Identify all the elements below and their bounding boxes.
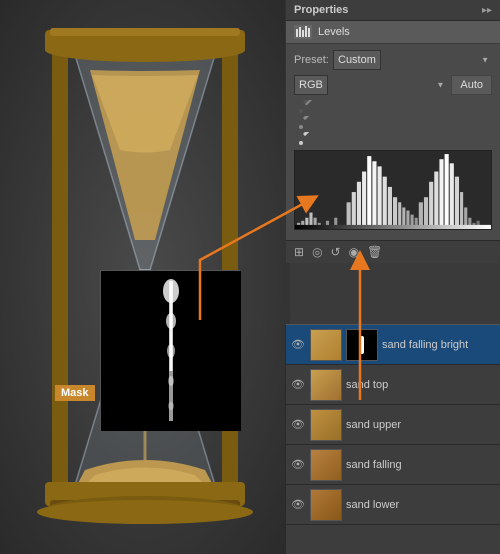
eyedroppers (294, 100, 492, 146)
layer-eye-icon[interactable]: 👁 (290, 417, 306, 433)
channel-row: RGB Auto (294, 75, 492, 95)
layer-name: sand falling (346, 459, 496, 471)
properties-title: Properties (294, 4, 348, 16)
auto-button[interactable]: Auto (451, 75, 492, 95)
properties-titlebar: Properties ▸▸ (286, 0, 500, 21)
visibility-icon[interactable]: ◎ (312, 245, 322, 259)
delete-icon[interactable]: 🗑 (367, 245, 382, 259)
panel-expand-btn[interactable]: ▸▸ (482, 5, 492, 16)
eyedropper-black (298, 100, 492, 114)
mask-panel (100, 270, 240, 430)
properties-panel: Properties ▸▸ Levels Preset: Custom RGB (285, 0, 500, 260)
eyedropper-white-icon[interactable] (298, 132, 312, 146)
layers-panel: 👁 sand falling bright 👁 sand top 👁 sand upper… (285, 324, 500, 554)
layer-eye-icon[interactable]: 👁 (290, 457, 306, 473)
levels-header: Levels (286, 21, 500, 44)
layer-eye-icon[interactable]: 👁 (290, 497, 306, 513)
layer-thumbnail (310, 449, 342, 481)
reset-icon[interactable]: ↺ (331, 245, 341, 259)
layer-mask-thumbnail (346, 329, 378, 361)
preset-select[interactable]: Custom (333, 50, 381, 70)
layer-row[interactable]: 👁 sand falling bright (286, 325, 500, 365)
layer-thumbnail (310, 409, 342, 441)
layer-row[interactable]: 👁 sand upper (286, 405, 500, 445)
levels-icon (294, 25, 312, 39)
mask-label: Mask (55, 385, 95, 401)
preset-select-wrapper: Custom (333, 50, 492, 70)
layer-thumbnail (310, 329, 342, 361)
eyedropper-gray (298, 116, 492, 130)
channel-select-wrapper: RGB (294, 75, 447, 95)
eye-icon[interactable]: ◉ (349, 245, 359, 259)
layer-thumbnail (310, 369, 342, 401)
layer-name: sand falling bright (382, 339, 496, 351)
layer-row[interactable]: 👁 sand top (286, 365, 500, 405)
layer-thumbnail (310, 489, 342, 521)
mask-content (101, 271, 241, 431)
histogram-area (294, 150, 492, 230)
layer-eye-icon[interactable]: 👁 (290, 377, 306, 393)
clip-layers-icon[interactable]: ⊞ (294, 245, 304, 259)
layer-name: sand upper (346, 419, 496, 431)
levels-title: Levels (318, 26, 350, 38)
layer-row[interactable]: 👁 sand falling (286, 445, 500, 485)
channel-select[interactable]: RGB (294, 75, 328, 95)
eyedropper-white (298, 132, 492, 146)
layer-row[interactable]: 👁 sand lower (286, 485, 500, 525)
eyedropper-black-icon[interactable] (298, 100, 312, 114)
preset-row: Preset: Custom (294, 50, 492, 70)
preset-label: Preset: (294, 54, 329, 66)
layer-eye-icon[interactable]: 👁 (290, 337, 306, 353)
layer-name: sand lower (346, 499, 496, 511)
panel-toolbar: ⊞ ◎ ↺ ◉ 🗑 (286, 240, 500, 263)
eyedropper-gray-icon[interactable] (298, 116, 312, 130)
panel-content: Preset: Custom RGB Auto (286, 44, 500, 240)
layer-name: sand top (346, 379, 496, 391)
